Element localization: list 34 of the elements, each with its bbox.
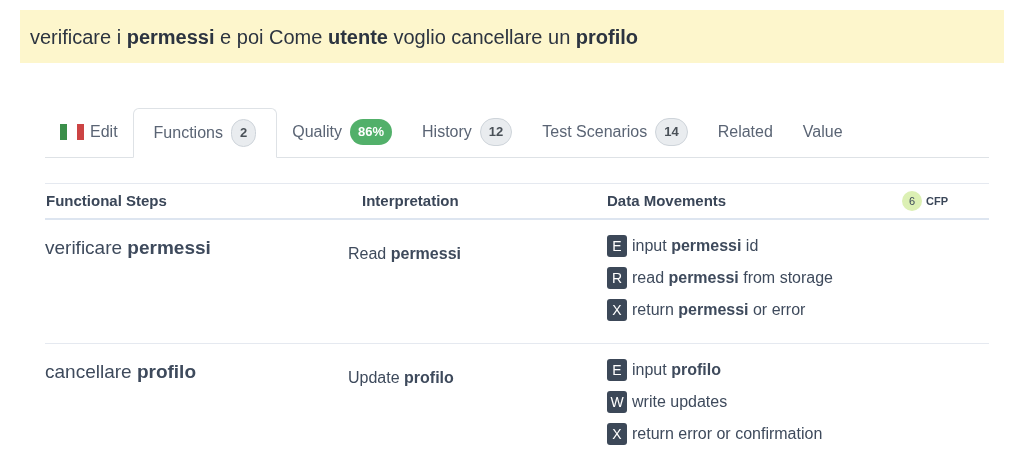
movement-type-badge: R [607,267,627,289]
count-badge: 2 [230,119,257,147]
count-badge: 86% [350,119,392,145]
tab[interactable]: Quality 86% [277,107,407,157]
tab[interactable]: Edit [45,107,133,157]
movement-text: input profilo [632,360,721,380]
count-badge: 12 [479,118,513,146]
tab[interactable]: History 12 [407,107,528,157]
step-cell-text: cancellare profilo [45,360,197,384]
tab[interactable]: Functions 2 [132,108,278,158]
movement-type-badge: E [607,235,627,257]
flag-icon [60,124,84,140]
movement-text: return error or confirmation [632,424,823,444]
movement-text: write updates [632,392,728,412]
story-banner: verificare i permessi e poi Come utente voglio cancellare un profilo [20,10,1004,63]
movement-type-badge: E [607,359,627,381]
movement-text: input permessi id [632,236,759,256]
column-header: Interpretation [362,190,460,211]
movement-type-badge: X [607,423,627,445]
step-cell-text: verificare permessi [45,236,212,260]
tab[interactable]: Value [787,107,858,157]
interpretation-cell-text: Read permessi [348,244,462,264]
column-header: Functional Steps [45,190,168,211]
movement-text: read permessi from storage [632,268,833,288]
movement-type-badge: W [607,391,627,413]
interpretation-cell-text: Update profilo [348,368,455,388]
tab[interactable]: Related [702,107,788,157]
movement-text: return permessi or error [632,300,806,320]
movement-type-badge: X [607,299,627,321]
column-header: Data Movements [607,190,728,211]
cfp-label: CFP [926,193,948,209]
cfp-count-badge: 6 [902,191,922,211]
tab[interactable]: Test Scenarios 14 [527,107,703,157]
count-badge: 14 [655,118,688,146]
